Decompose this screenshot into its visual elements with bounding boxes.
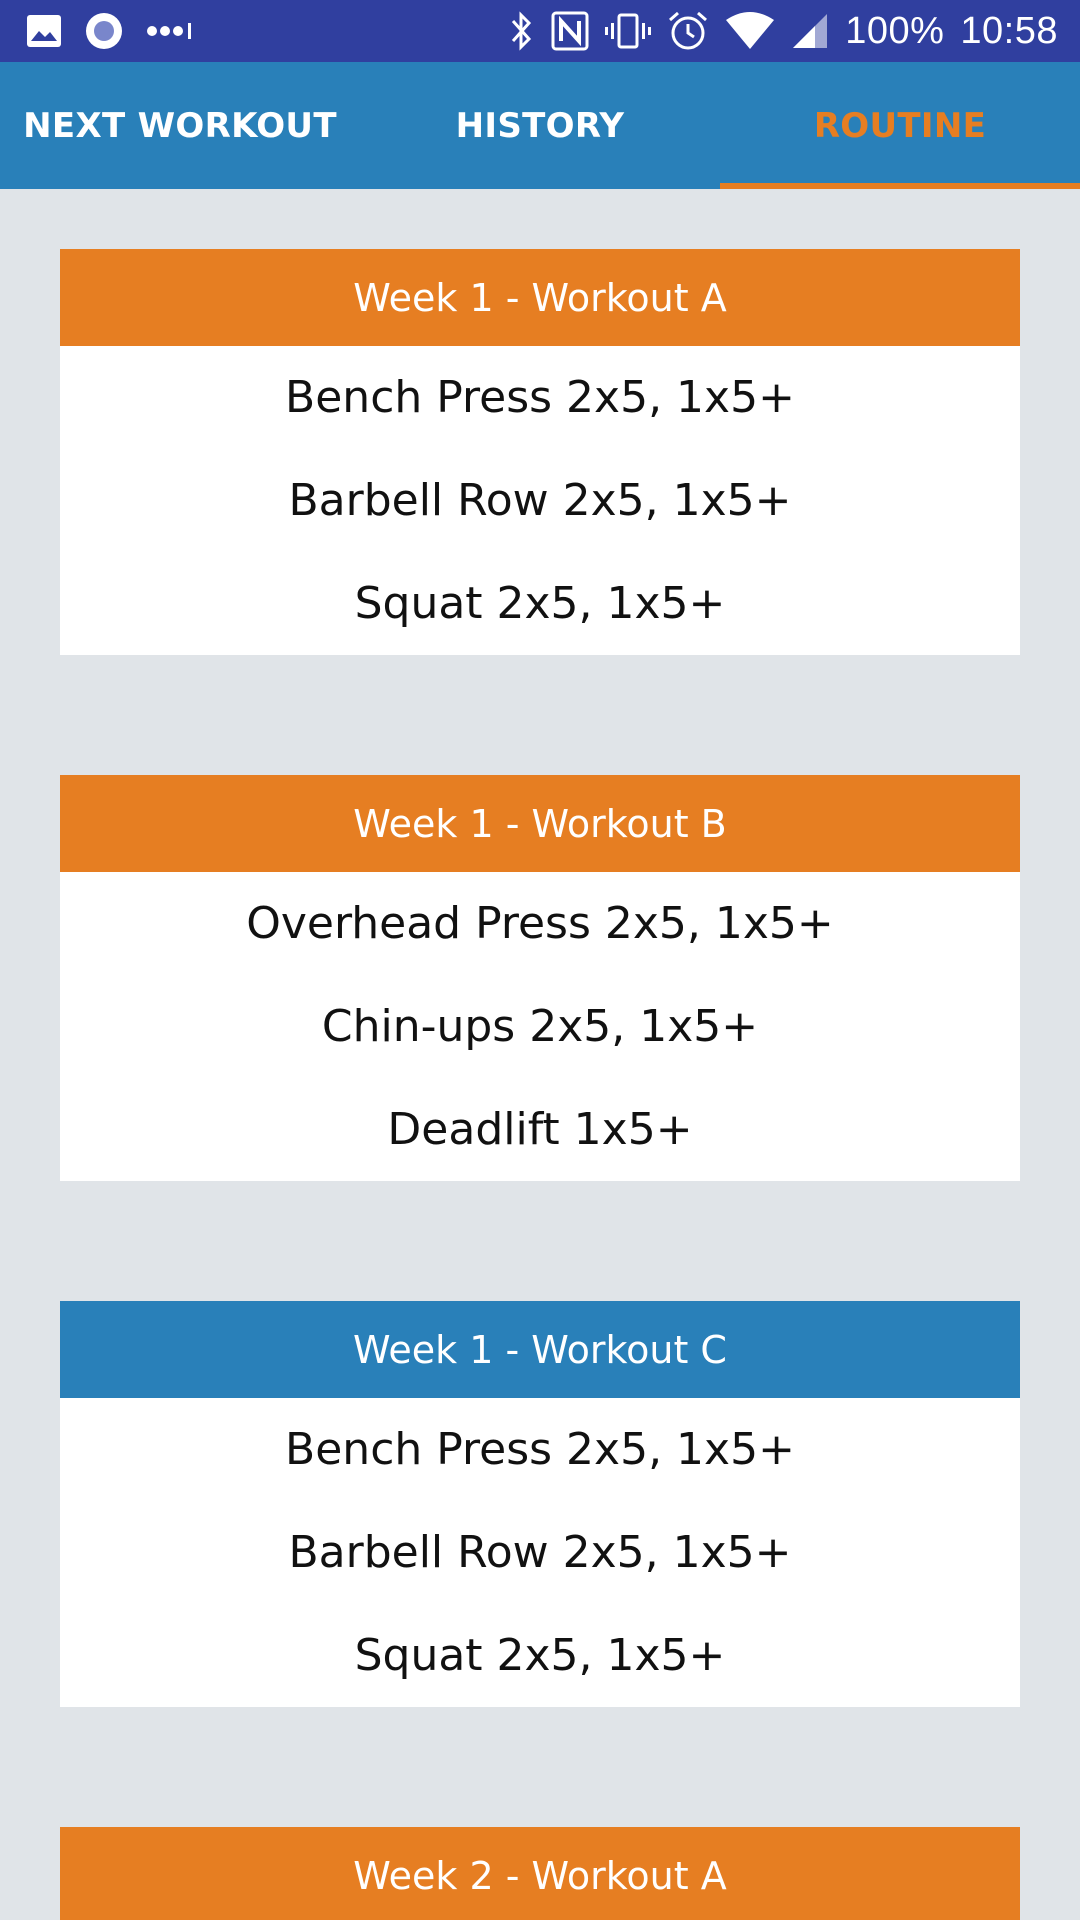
- exercise-item: Chin-ups 2x5, 1x5+: [321, 1001, 759, 1052]
- status-bar-right: 100% 10:58: [509, 10, 1058, 53]
- nfc-icon: [551, 11, 589, 51]
- wifi-icon: [725, 12, 775, 50]
- tab-routine[interactable]: ROUTINE: [720, 62, 1080, 189]
- exercise-item: Barbell Row 2x5, 1x5+: [288, 475, 792, 526]
- status-bar: 100% 10:58: [0, 0, 1080, 62]
- exercise-item: Bench Press 2x5, 1x5+: [285, 1424, 795, 1475]
- status-bar-left: [26, 11, 194, 51]
- routine-list: Week 1 - Workout A Bench Press 2x5, 1x5+…: [0, 189, 1080, 1920]
- workout-card-title: Week 1 - Workout C: [60, 1301, 1020, 1398]
- tab-bar: NEXT WORKOUT HISTORY ROUTINE: [0, 62, 1080, 189]
- workout-card[interactable]: Week 1 - Workout B Overhead Press 2x5, 1…: [60, 775, 1020, 1181]
- workout-card[interactable]: Week 1 - Workout A Bench Press 2x5, 1x5+…: [60, 249, 1020, 655]
- exercise-item: Squat 2x5, 1x5+: [354, 1630, 726, 1681]
- bluetooth-icon: [509, 11, 535, 51]
- more-dots-icon: [146, 21, 194, 41]
- exercise-list: Bench Press 2x5, 1x5+ Barbell Row 2x5, 1…: [60, 346, 1020, 655]
- workout-card-title: Week 1 - Workout A: [60, 249, 1020, 346]
- alarm-icon: [667, 10, 709, 52]
- tab-next-workout[interactable]: NEXT WORKOUT: [0, 62, 360, 189]
- exercise-item: Overhead Press 2x5, 1x5+: [246, 898, 834, 949]
- clock-time: 10:58: [960, 9, 1058, 52]
- exercise-list: Overhead Press 2x5, 1x5+ Chin-ups 2x5, 1…: [60, 872, 1020, 1181]
- exercise-item: Deadlift 1x5+: [387, 1104, 693, 1155]
- workout-card-title: Week 1 - Workout B: [60, 775, 1020, 872]
- record-icon: [84, 11, 124, 51]
- exercise-list: Bench Press 2x5, 1x5+ Barbell Row 2x5, 1…: [60, 1398, 1020, 1707]
- signal-icon: [791, 12, 829, 50]
- exercise-item: Squat 2x5, 1x5+: [354, 578, 726, 629]
- battery-percentage: 100%: [845, 9, 945, 52]
- vibrate-icon: [605, 11, 652, 51]
- workout-card[interactable]: Week 2 - Workout A: [60, 1827, 1020, 1920]
- exercise-item: Bench Press 2x5, 1x5+: [285, 372, 795, 423]
- workout-card-title: Week 2 - Workout A: [60, 1827, 1020, 1920]
- exercise-item: Barbell Row 2x5, 1x5+: [288, 1527, 792, 1578]
- workout-card[interactable]: Week 1 - Workout C Bench Press 2x5, 1x5+…: [60, 1301, 1020, 1707]
- image-icon: [26, 14, 62, 48]
- tab-history[interactable]: HISTORY: [360, 62, 720, 189]
